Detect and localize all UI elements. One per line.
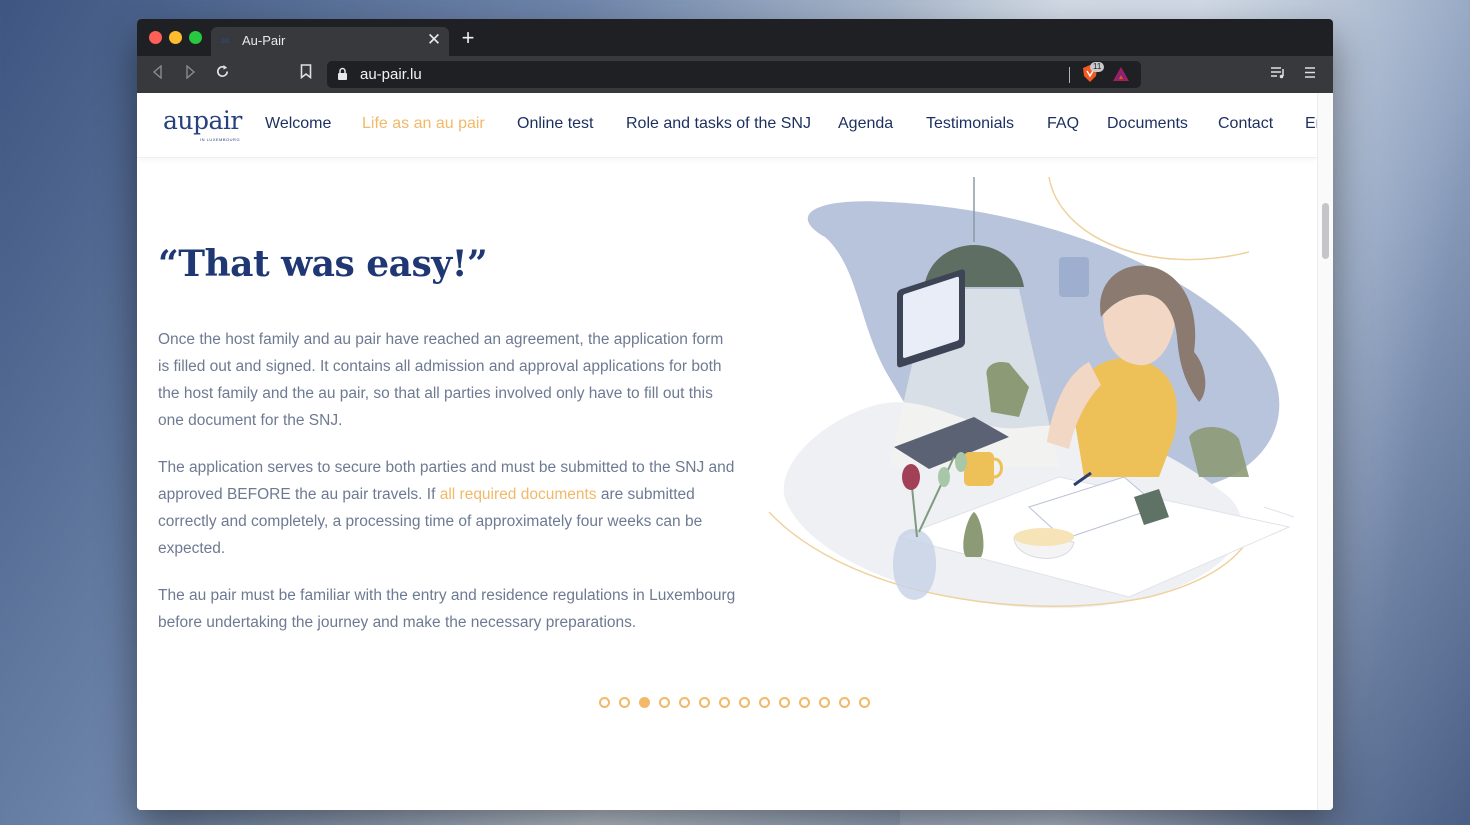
close-window-button[interactable] bbox=[149, 31, 162, 44]
paragraph-application-approval: The application serves to secure both pa… bbox=[158, 454, 738, 562]
nav-life-as-an-au-pair[interactable]: Life as an au pair bbox=[362, 115, 485, 133]
nav-testimonials[interactable]: Testimonials bbox=[926, 115, 1014, 133]
browser-window: au Au-Pair ✕ + au-pair.lu 11 aupair IN L… bbox=[137, 19, 1333, 810]
maximize-window-button[interactable] bbox=[189, 31, 202, 44]
carousel-dot[interactable] bbox=[679, 697, 690, 708]
shield-count-badge: 11 bbox=[1090, 62, 1105, 72]
carousel-dot[interactable] bbox=[799, 697, 810, 708]
page-headline: “That was easy!” bbox=[158, 243, 488, 285]
carousel-dot[interactable] bbox=[859, 697, 870, 708]
reload-icon[interactable] bbox=[211, 56, 233, 93]
title-bar: au Au-Pair ✕ + bbox=[137, 19, 1333, 56]
nav-agenda[interactable]: Agenda bbox=[838, 115, 893, 133]
carousel-dot[interactable] bbox=[739, 697, 750, 708]
scrollbar-thumb[interactable] bbox=[1322, 203, 1329, 259]
au-pair-illustration bbox=[768, 177, 1295, 609]
url-text[interactable]: au-pair.lu bbox=[360, 66, 422, 83]
browser-toolbar: au-pair.lu 11 bbox=[137, 56, 1333, 93]
web-page: aupair IN LUXEMBOURG Welcome Life as an … bbox=[137, 93, 1333, 810]
bat-rewards-icon[interactable] bbox=[1112, 66, 1130, 82]
nav-role-and-tasks[interactable]: Role and tasks of the SNJ bbox=[626, 115, 811, 133]
carousel-dot[interactable] bbox=[599, 697, 610, 708]
carousel-dot[interactable] bbox=[819, 697, 830, 708]
browser-tab[interactable]: au Au-Pair ✕ bbox=[211, 27, 449, 56]
page-scrollbar[interactable] bbox=[1317, 93, 1333, 810]
back-icon[interactable] bbox=[147, 56, 169, 93]
carousel-dot[interactable] bbox=[719, 697, 730, 708]
address-bar-divider bbox=[1069, 67, 1070, 83]
bookmark-icon[interactable] bbox=[295, 56, 317, 93]
carousel-dot[interactable] bbox=[839, 697, 850, 708]
carousel-pagination bbox=[599, 697, 879, 709]
carousel-dot[interactable] bbox=[659, 697, 670, 708]
address-bar[interactable]: au-pair.lu 11 bbox=[327, 61, 1141, 88]
site-navigation: aupair IN LUXEMBOURG Welcome Life as an … bbox=[137, 93, 1317, 158]
plus-icon[interactable]: + bbox=[457, 27, 479, 49]
nav-online-test[interactable]: Online test bbox=[517, 115, 593, 133]
nav-faq[interactable]: FAQ bbox=[1047, 115, 1079, 133]
carousel-dot[interactable] bbox=[639, 697, 650, 708]
nav-contact[interactable]: Contact bbox=[1218, 115, 1273, 133]
lock-icon bbox=[338, 67, 347, 80]
media-icon[interactable] bbox=[1267, 56, 1289, 93]
menu-icon[interactable] bbox=[1299, 56, 1321, 93]
logo-tagline: IN LUXEMBOURG bbox=[200, 137, 241, 142]
site-logo[interactable]: aupair bbox=[163, 106, 242, 135]
minimize-window-button[interactable] bbox=[169, 31, 182, 44]
nav-language[interactable]: En bbox=[1305, 115, 1317, 133]
carousel-dot[interactable] bbox=[619, 697, 630, 708]
paragraph-entry-regulations: The au pair must be familiar with the en… bbox=[158, 587, 736, 631]
favicon-icon: au bbox=[221, 35, 230, 45]
required-documents-link[interactable]: all required documents bbox=[440, 486, 597, 503]
carousel-dot[interactable] bbox=[779, 697, 790, 708]
carousel-dot[interactable] bbox=[759, 697, 770, 708]
nav-documents[interactable]: Documents bbox=[1107, 115, 1188, 133]
close-icon[interactable]: ✕ bbox=[425, 30, 443, 50]
nav-welcome[interactable]: Welcome bbox=[265, 115, 331, 133]
paragraph-application-form: Once the host family and au pair have re… bbox=[158, 331, 724, 429]
tab-title: Au-Pair bbox=[242, 33, 286, 48]
carousel-dot[interactable] bbox=[699, 697, 710, 708]
forward-icon[interactable] bbox=[179, 56, 201, 93]
